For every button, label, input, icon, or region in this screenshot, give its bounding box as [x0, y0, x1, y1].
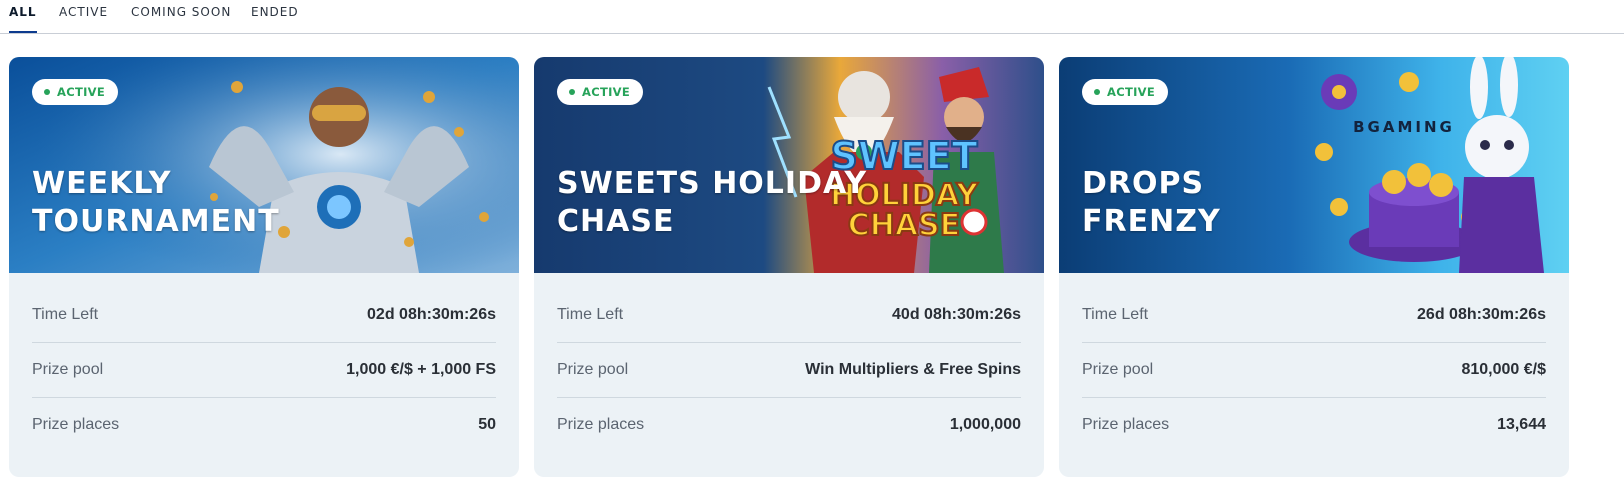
- tournament-tabs: ALL ACTIVE COMING SOON ENDED: [0, 0, 1624, 34]
- card-details: Time Left 40d 08h:30m:26s Prize pool Win…: [557, 288, 1021, 453]
- detail-value: 26d 08h:30m:26s: [1417, 306, 1546, 323]
- status-badge-label: ACTIVE: [1107, 85, 1156, 99]
- detail-row-prize-places: Prize places 1,000,000: [557, 398, 1021, 453]
- tournament-card-drops-frenzy[interactable]: BGAMING ACTIVE DROPS FRENZY Time Left 26…: [1059, 57, 1569, 477]
- detail-value: 02d 08h:30m:26s: [367, 306, 496, 323]
- detail-row-time-left: Time Left 26d 08h:30m:26s: [1082, 288, 1546, 343]
- detail-row-prize-pool: Prize pool 1,000 €/$ + 1,000 FS: [32, 343, 496, 398]
- status-badge: ACTIVE: [32, 79, 119, 105]
- tab-all[interactable]: ALL: [9, 5, 37, 33]
- detail-label: Prize pool: [32, 361, 104, 378]
- card-title: DROPS FRENZY: [1082, 165, 1562, 241]
- detail-label: Prize places: [1082, 416, 1170, 433]
- card-title-line2: TOURNAMENT: [32, 204, 280, 239]
- tab-ended[interactable]: ENDED: [251, 5, 299, 33]
- detail-label: Time Left: [1082, 306, 1149, 323]
- detail-row-prize-places: Prize places 13,644: [1082, 398, 1546, 453]
- detail-value: 810,000 €/$: [1461, 361, 1546, 378]
- detail-row-prize-pool: Prize pool Win Multipliers & Free Spins: [557, 343, 1021, 398]
- card-title-line2: CHASE: [557, 204, 675, 239]
- detail-label: Time Left: [32, 306, 99, 323]
- card-banner: BGAMING ACTIVE DROPS FRENZY: [1059, 57, 1569, 273]
- tab-coming-soon[interactable]: COMING SOON: [131, 5, 231, 33]
- status-badge: ACTIVE: [1082, 79, 1169, 105]
- status-dot-icon: [44, 89, 50, 95]
- detail-label: Prize places: [557, 416, 645, 433]
- status-badge-label: ACTIVE: [57, 85, 106, 99]
- detail-row-prize-pool: Prize pool 810,000 €/$: [1082, 343, 1546, 398]
- card-title: SWEETS HOLIDAY CHASE: [557, 165, 1037, 241]
- tournament-card-weekly[interactable]: ACTIVE WEEKLY TOURNAMENT Time Left 02d 0…: [9, 57, 519, 477]
- card-title-line1: DROPS: [1082, 166, 1205, 201]
- card-banner: SWEET HOLIDAY CHASE ACTIVE SWEETS HOLIDA…: [534, 57, 1044, 273]
- detail-label: Prize pool: [1082, 361, 1154, 378]
- detail-value: 40d 08h:30m:26s: [892, 306, 1021, 323]
- card-details: Time Left 26d 08h:30m:26s Prize pool 810…: [1082, 288, 1546, 453]
- card-banner: ACTIVE WEEKLY TOURNAMENT: [9, 57, 519, 273]
- card-title-line2: FRENZY: [1082, 204, 1221, 239]
- detail-label: Prize pool: [557, 361, 629, 378]
- detail-value: Win Multipliers & Free Spins: [805, 361, 1021, 378]
- status-dot-icon: [569, 89, 575, 95]
- card-title-line1: WEEKLY: [32, 166, 172, 201]
- tournament-card-sweets-holiday[interactable]: SWEET HOLIDAY CHASE ACTIVE SWEETS HOLIDA…: [534, 57, 1044, 477]
- detail-row-time-left: Time Left 02d 08h:30m:26s: [32, 288, 496, 343]
- detail-value: 13,644: [1497, 416, 1546, 433]
- detail-value: 1,000,000: [949, 416, 1021, 433]
- card-details: Time Left 02d 08h:30m:26s Prize pool 1,0…: [32, 288, 496, 453]
- status-badge: ACTIVE: [557, 79, 644, 105]
- status-badge-label: ACTIVE: [582, 85, 631, 99]
- card-title: WEEKLY TOURNAMENT: [32, 165, 512, 241]
- tab-active[interactable]: ACTIVE: [59, 5, 108, 33]
- detail-row-time-left: Time Left 40d 08h:30m:26s: [557, 288, 1021, 343]
- banner-brand: BGAMING: [1353, 118, 1455, 136]
- detail-row-prize-places: Prize places 50: [32, 398, 496, 453]
- detail-value: 50: [478, 416, 496, 433]
- card-title-line1: SWEETS HOLIDAY: [557, 166, 868, 201]
- detail-label: Prize places: [32, 416, 120, 433]
- status-dot-icon: [1094, 89, 1100, 95]
- detail-value: 1,000 €/$ + 1,000 FS: [346, 361, 496, 378]
- detail-label: Time Left: [557, 306, 624, 323]
